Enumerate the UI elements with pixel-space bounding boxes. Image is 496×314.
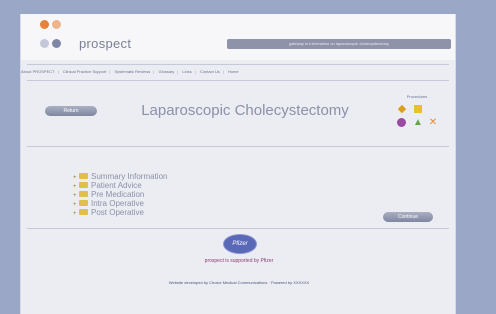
nav-separator: | [57, 69, 59, 74]
tree-item-summary[interactable]: + Summary Information [73, 172, 167, 181]
folder-icon [79, 190, 88, 197]
pfizer-logo[interactable]: Pfizer [223, 234, 257, 254]
sponsor-line: prospect is supported by Pfizer [204, 258, 274, 264]
tree-item-post-operative[interactable]: + Post Operative [73, 208, 167, 217]
header-divider [27, 64, 449, 65]
nav-separator: | [109, 69, 111, 74]
main-navigation: About PROSPECT | Clinical Practice Suppor… [21, 67, 455, 77]
nav-item-links[interactable]: Links [182, 69, 191, 74]
square-icon[interactable] [413, 104, 423, 114]
nav-divider [27, 80, 449, 81]
folder-icon [79, 181, 88, 188]
nav-separator: | [194, 69, 196, 74]
folder-icon [79, 172, 88, 179]
nav-item-clinical-support[interactable]: Clinical Practice Support [63, 69, 107, 74]
page-container: prospect gateway to information on lapar… [20, 14, 456, 314]
content-divider [27, 228, 449, 229]
triangle-icon[interactable]: ▲ [413, 118, 423, 128]
tree-item-label: Pre Medication [91, 190, 145, 199]
title-divider [27, 146, 449, 147]
nav-item-contact[interactable]: Contact Us [200, 69, 220, 74]
tree-item-label: Intra Operative [91, 199, 144, 208]
nav-item-about[interactable]: About PROSPECT [21, 69, 55, 74]
nav-separator: | [222, 69, 224, 74]
nav-item-systematic-reviews[interactable]: Systematic Reviews [115, 69, 151, 74]
tree-item-intra-operative[interactable]: + Intra Operative [73, 199, 167, 208]
logo-dot-orange-right [52, 20, 61, 29]
nav-separator: | [153, 69, 155, 74]
site-footer: Website developed by Choice Medical Comm… [168, 280, 310, 285]
nav-item-glossary[interactable]: Glossary [158, 69, 174, 74]
nav-separator: | [177, 69, 179, 74]
site-header: prospect gateway to information on lapar… [21, 14, 455, 60]
tree-item-label: Post Operative [91, 208, 144, 217]
nav-item-home[interactable]: Home [228, 69, 239, 74]
tree-item-pre-medication[interactable]: + Pre Medication [73, 190, 167, 199]
procedure-tools-label: Procedures [406, 94, 428, 99]
return-button[interactable]: Return [45, 106, 97, 116]
tree-item-label: Patient Advice [91, 181, 142, 190]
page-title: Laparoscopic Cholecystectomy [141, 102, 349, 119]
folder-icon [79, 208, 88, 215]
diamond-icon[interactable]: ◆ [397, 104, 407, 115]
continue-button[interactable]: Continue [383, 212, 433, 222]
topic-tree: + Summary Information + Patient Advice + Pr… [73, 172, 167, 217]
logo-dot-gray-left [40, 39, 49, 48]
browser-frame: prospect gateway to information on lapar… [0, 0, 496, 314]
circle-icon[interactable] [397, 118, 407, 128]
logo-dot-gray-right [52, 39, 61, 48]
tree-item-patient-advice[interactable]: + Patient Advice [73, 181, 167, 190]
folder-icon [79, 199, 88, 206]
brand-tagline: gateway to information on laparoscopic c… [227, 39, 451, 49]
logo-dot-orange-left [40, 20, 49, 29]
cross-icon[interactable]: ✕ [428, 118, 438, 128]
tree-item-label: Summary Information [91, 172, 168, 181]
brand-name: prospect [79, 36, 132, 51]
